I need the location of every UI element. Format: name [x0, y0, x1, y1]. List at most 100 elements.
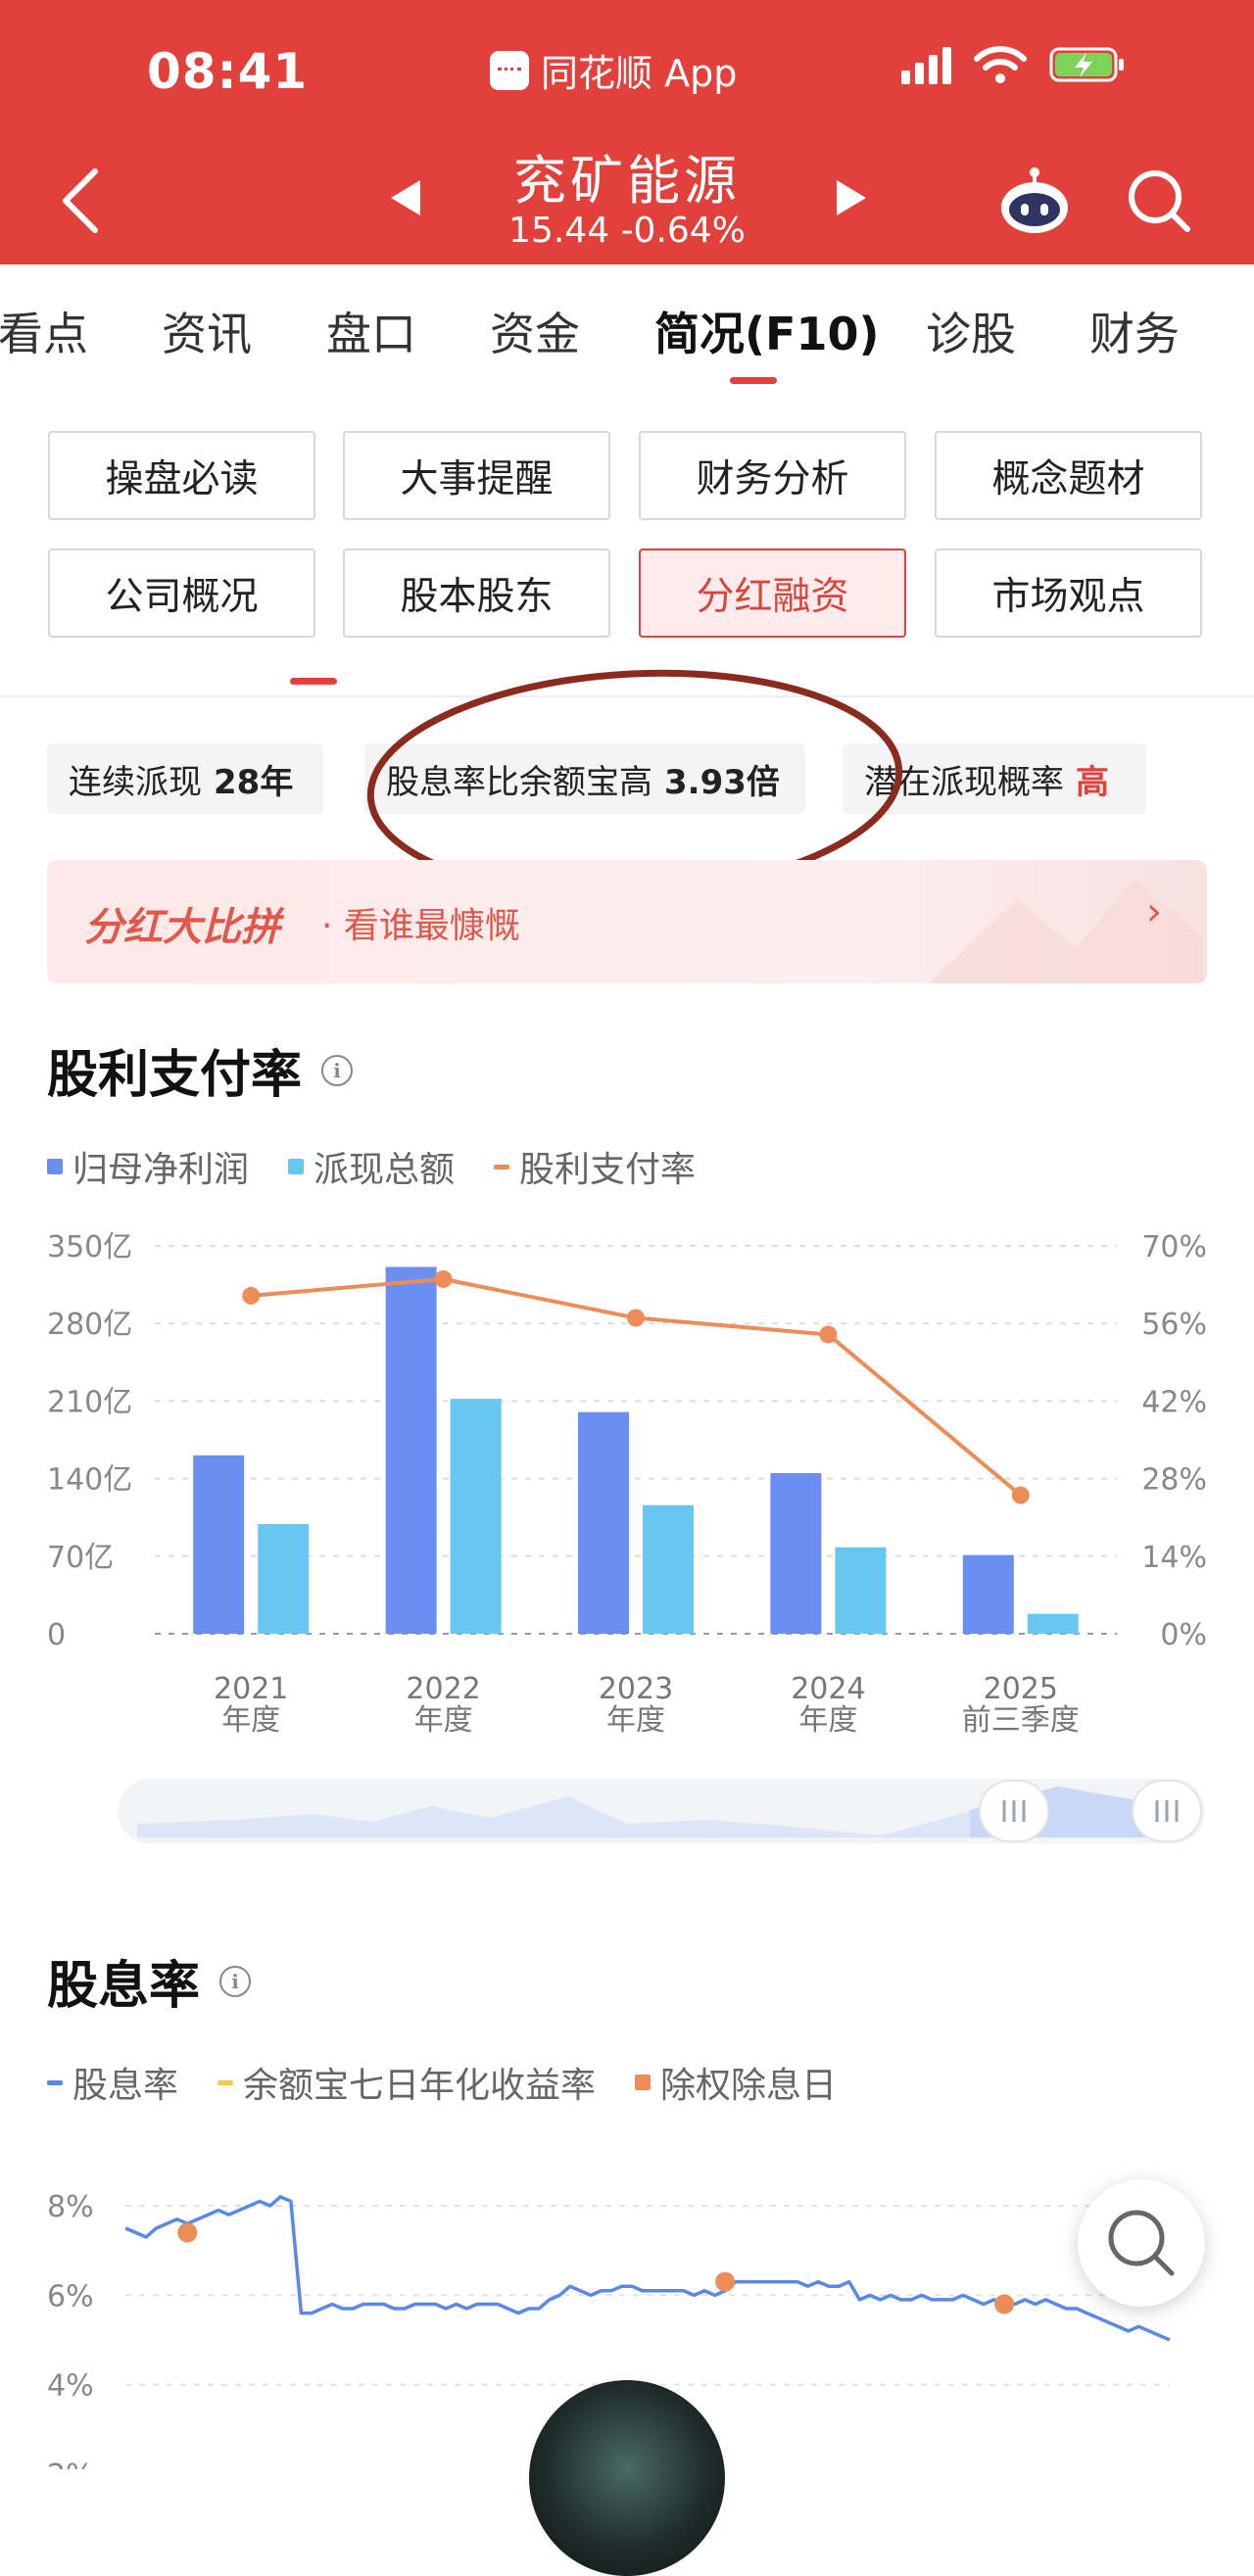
legend-swatch	[47, 2079, 63, 2085]
floating-search-button[interactable]	[1078, 2179, 1205, 2307]
active-tab-indicator	[730, 377, 777, 384]
main-tabs: 看点 资讯 盘口 资金 简况(F10) 诊股 财务	[0, 299, 1254, 367]
legend-swatch	[217, 2079, 234, 2085]
y-tick-left: 350亿	[47, 1230, 132, 1264]
legend-item[interactable]: 股利支付率	[494, 1141, 696, 1192]
y-tick-right: 28%	[1141, 1463, 1207, 1498]
banner-subtitle: · 看谁最慷慨	[321, 906, 520, 946]
subnav-dividends-financing[interactable]: 分红融资	[639, 549, 906, 638]
yield-legend: 股息率 余额宝七日年化收益率 除权除息日	[47, 2057, 876, 2108]
y-tick: 4%	[47, 2369, 94, 2404]
x-tick-label: 年度	[798, 1703, 857, 1738]
legend-item[interactable]: 股息率	[47, 2057, 178, 2108]
legend-label: 股利支付率	[519, 1150, 697, 1190]
x-tick-label: 2024	[791, 1672, 865, 1706]
status-app-name: 同花顺 App	[541, 52, 738, 95]
payout-ratio-chart: 0 70亿 140亿 210亿 280亿 350亿 0% 14% 28% 42% 56% 70% 202…	[47, 1230, 1207, 1738]
legend-label: 派现总额	[314, 1150, 456, 1190]
chevron-right-icon: ›	[1146, 889, 1162, 934]
dividend-compare-banner[interactable]: 分红大比拼 · 看谁最慷慨 ›	[47, 860, 1207, 983]
bar-dividend-total	[450, 1399, 502, 1634]
y-tick-left: 280亿	[47, 1308, 132, 1342]
range-handle-left[interactable]	[979, 1780, 1049, 1842]
payout-ratio-point	[627, 1309, 645, 1327]
ex-dividend-point	[715, 2271, 736, 2292]
y-tick-left: 140亿	[47, 1463, 132, 1498]
subnav-trading-essentials[interactable]: 操盘必读	[48, 431, 315, 520]
x-tick-label: 前三季度	[962, 1703, 1080, 1738]
legend-label: 除权除息日	[660, 2066, 838, 2106]
robot-assistant-icon[interactable]	[997, 167, 1072, 235]
dividend-yield-title: 股息率 i	[47, 1944, 252, 2018]
search-icon	[1108, 2210, 1175, 2276]
status-icons	[901, 45, 1128, 84]
chart-range-slider[interactable]	[118, 1775, 1205, 1847]
siri-orb	[529, 2380, 725, 2576]
bar-dividend-total	[1027, 1613, 1079, 1634]
legend-swatch	[494, 1164, 510, 1169]
search-icon[interactable]	[1125, 167, 1193, 235]
tab-diagnosis[interactable]: 诊股	[926, 299, 1016, 363]
bar-dividend-total	[835, 1547, 887, 1634]
subnav-scroll-indicator	[290, 678, 337, 685]
info-icon[interactable]: i	[219, 1965, 252, 1997]
bar-net-profit	[962, 1554, 1014, 1634]
legend-item[interactable]: 除权除息日	[635, 2057, 837, 2108]
payout-ratio-title-text: 股利支付率	[47, 1046, 303, 1105]
bar-net-profit	[385, 1266, 437, 1634]
legend-swatch	[635, 2075, 651, 2090]
y-tick-right: 14%	[1141, 1541, 1207, 1575]
x-tick-label: 年度	[606, 1703, 665, 1738]
tab-fund-flow[interactable]: 资金	[490, 299, 580, 363]
subnav-company-overview[interactable]: 公司概况	[48, 549, 315, 638]
tab-highlights[interactable]: 看点	[0, 299, 88, 363]
consecutive-dividend-chip: 连续派现 28年	[47, 743, 323, 814]
legend-swatch	[47, 1159, 63, 1174]
bar-dividend-total	[643, 1504, 694, 1634]
legend-item[interactable]: 派现总额	[288, 1141, 455, 1192]
x-tick-label: 2022	[406, 1672, 480, 1706]
legend-item[interactable]: 归母净利润	[47, 1141, 249, 1192]
y-tick-right: 42%	[1141, 1385, 1207, 1419]
chip-value: 28年	[214, 762, 294, 802]
payout-legend: 归母净利润 派现总额 股利支付率	[47, 1141, 735, 1192]
subnav-market-views[interactable]: 市场观点	[935, 549, 1202, 638]
range-handle-right[interactable]	[1132, 1780, 1202, 1842]
bar-net-profit	[770, 1472, 822, 1634]
next-stock-button[interactable]	[831, 176, 870, 219]
bar-dividend-total	[258, 1523, 310, 1634]
y-tick-right: 56%	[1141, 1308, 1207, 1342]
legend-label: 股息率	[72, 2066, 179, 2106]
x-tick-label: 2025	[984, 1672, 1058, 1706]
y-tick: 8%	[47, 2190, 94, 2224]
subnav-financial-analysis[interactable]: 财务分析	[639, 431, 906, 520]
y-tick-right: 70%	[1141, 1230, 1207, 1264]
status-time: 08:41	[147, 43, 309, 100]
status-app-indicator[interactable]: 同花顺 App	[490, 43, 737, 97]
x-tick-label: 2021	[214, 1672, 288, 1706]
y-tick: 6%	[47, 2279, 94, 2314]
x-tick-label: 2023	[599, 1672, 673, 1706]
payout-ratio-point	[434, 1269, 453, 1288]
ex-dividend-point	[994, 2294, 1015, 2314]
tab-f10-profile[interactable]: 简况(F10)	[654, 299, 879, 363]
dividend-yield-line	[124, 2195, 1171, 2342]
info-icon[interactable]: i	[321, 1054, 354, 1086]
y-tick-left: 210亿	[47, 1385, 132, 1419]
subnav-shareholders[interactable]: 股本股东	[343, 549, 610, 638]
legend-item[interactable]: 余额宝七日年化收益率	[217, 2057, 596, 2108]
chip-label: 连续派现	[69, 762, 202, 802]
x-tick-label: 年度	[221, 1703, 280, 1738]
y-tick-left: 70亿	[47, 1541, 114, 1575]
cellular-signal-icon	[901, 45, 951, 84]
chip-value: 高	[1076, 762, 1109, 802]
tab-order-book[interactable]: 盘口	[326, 299, 416, 363]
tab-finance[interactable]: 财务	[1089, 299, 1180, 363]
y-tick-left: 0	[47, 1618, 66, 1652]
tab-news[interactable]: 资讯	[162, 299, 252, 363]
y-tick-right: 0%	[1160, 1618, 1207, 1652]
payout-ratio-point	[819, 1325, 838, 1344]
subnav-concepts[interactable]: 概念题材	[935, 431, 1202, 520]
banner-decoration	[929, 880, 1203, 983]
subnav-event-reminder[interactable]: 大事提醒	[343, 431, 610, 520]
